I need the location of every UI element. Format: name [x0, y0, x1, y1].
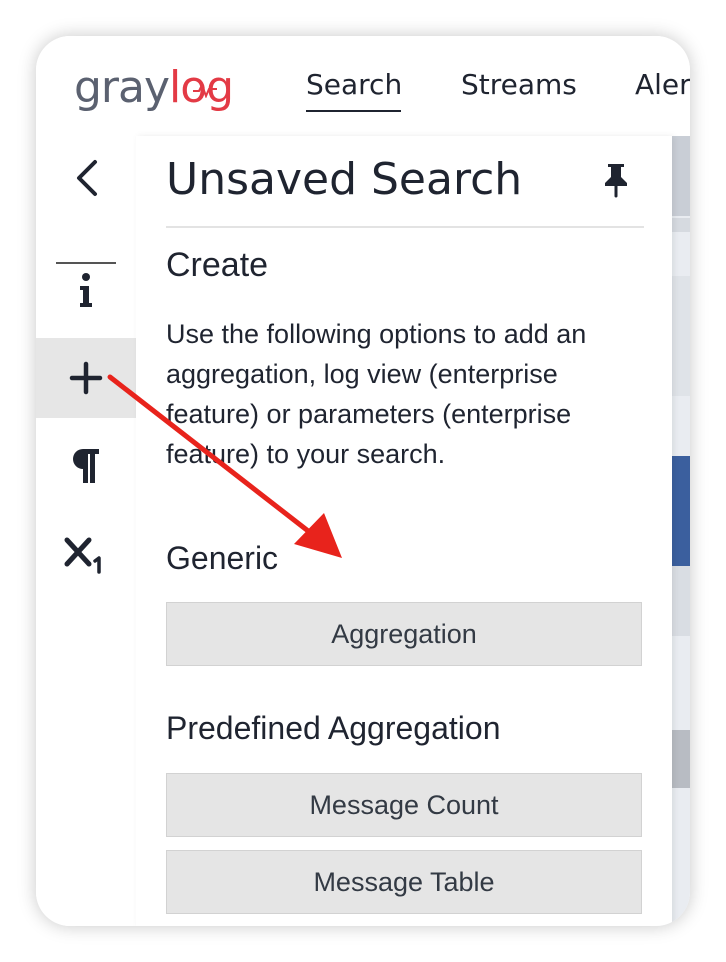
bg-row	[672, 730, 690, 788]
predefined-section-title: Predefined Aggregation	[166, 710, 501, 746]
collapse-sidebar-button[interactable]	[36, 138, 136, 218]
formatting-button[interactable]	[36, 426, 136, 506]
panel-divider	[166, 226, 644, 228]
message-count-button[interactable]: Message Count	[166, 773, 642, 837]
pin-icon[interactable]	[602, 162, 630, 198]
bg-row	[672, 456, 690, 566]
create-panel: Unsaved Search Create Use the following …	[136, 136, 672, 926]
top-navigation: graylog Search Streams Aler	[36, 36, 690, 136]
panel-title: Unsaved Search	[166, 154, 523, 205]
create-button[interactable]	[36, 338, 136, 418]
bg-row	[672, 276, 690, 396]
nav-search[interactable]: Search	[306, 68, 402, 101]
bg-row	[672, 218, 690, 232]
plus-icon	[69, 361, 103, 395]
generic-section-title: Generic	[166, 540, 279, 576]
logo-text-gray: gray	[74, 62, 170, 113]
create-section-title: Create	[166, 246, 269, 284]
paragraph-icon	[73, 449, 99, 483]
graylog-logo[interactable]: graylog	[74, 58, 234, 118]
bg-row	[672, 566, 690, 636]
nav-active-underline	[306, 110, 401, 112]
message-table-button[interactable]: Message Table	[166, 850, 642, 914]
info-icon	[80, 273, 92, 307]
logo-heartbeat-icon	[193, 82, 217, 98]
sidebar-icon-rail	[36, 136, 136, 926]
app-window: graylog Search Streams Aler Unsaved Sear…	[36, 36, 690, 926]
chevron-left-icon	[77, 160, 97, 196]
nav-streams[interactable]: Streams	[461, 68, 577, 101]
aggregation-button[interactable]: Aggregation	[166, 602, 642, 666]
info-button[interactable]	[36, 250, 136, 330]
parameters-button[interactable]	[36, 514, 136, 594]
create-description: Use the following options to add an aggr…	[166, 319, 587, 469]
nav-alerts[interactable]: Aler	[635, 68, 690, 101]
bg-row	[672, 136, 690, 216]
subscript-icon	[64, 537, 101, 574]
